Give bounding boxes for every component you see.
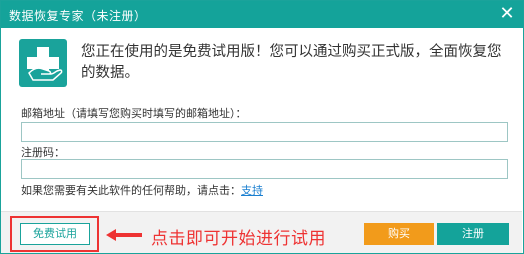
email-label: 邮箱地址（请填写您购买时填写的邮箱地址）： xyxy=(21,107,247,120)
help-prompt: 如果您需要有关此软件的任何帮助，请点击： xyxy=(21,184,241,197)
title-bar: 数据恢复专家（未注册） ✕ xyxy=(1,1,523,28)
support-link[interactable]: 支持 xyxy=(241,184,263,197)
register-button[interactable]: 注册 xyxy=(437,223,509,245)
registration-code-field[interactable] xyxy=(21,159,508,179)
free-trial-button[interactable]: 免费试用 xyxy=(20,223,90,245)
email-field[interactable] xyxy=(21,122,508,142)
app-logo-icon xyxy=(19,39,67,87)
left-arrow-icon xyxy=(106,229,142,241)
trial-annotation: 点击即可开始进行试用 xyxy=(151,229,326,249)
trial-message: 您正在使用的是免费试用版！您可以通过购买正式版，全面恢复您的数据。 xyxy=(81,44,502,81)
help-text: 如果您需要有关此软件的任何帮助，请点击：支持 xyxy=(21,182,263,198)
buy-button[interactable]: 购买 xyxy=(364,223,434,245)
registration-code-label: 注册码： xyxy=(21,146,65,159)
close-button[interactable]: ✕ xyxy=(497,4,517,24)
window-title: 数据恢复专家（未注册） xyxy=(9,9,147,23)
